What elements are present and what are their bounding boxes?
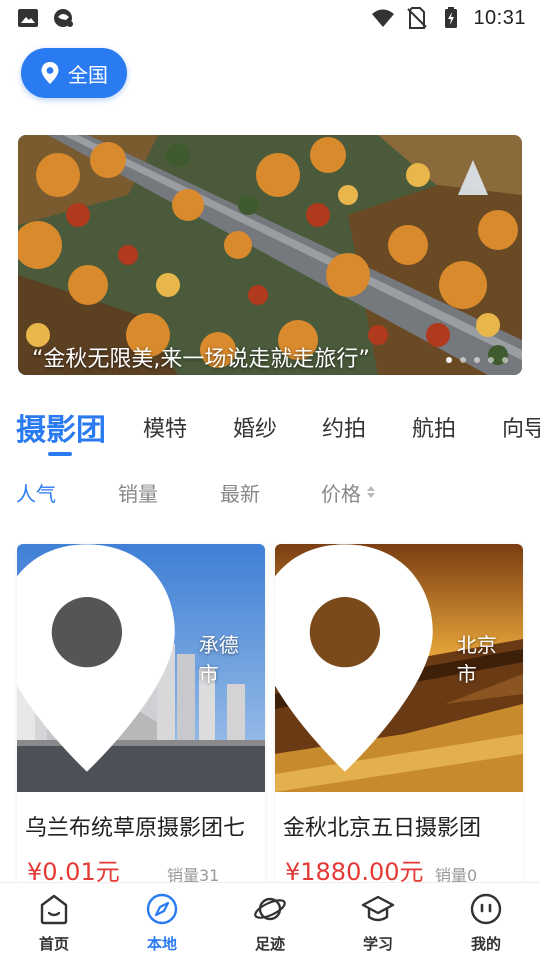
home-icon — [40, 894, 68, 925]
banner-pagination — [446, 357, 508, 363]
nav-mine-label: 我的 — [470, 935, 501, 953]
product-city: 北京市 — [275, 544, 509, 782]
product-city-label: 北京市 — [456, 633, 497, 686]
graduation-cap-icon — [361, 895, 395, 922]
product-card[interactable]: 承德市 乌兰布统草原摄影团七 ¥0.01元 销量31 — [17, 544, 265, 884]
tab-aerial[interactable]: 航拍 — [412, 402, 456, 452]
sort-price-label: 价格 — [321, 481, 361, 506]
location-label: 全国 — [68, 62, 108, 87]
banner-dot[interactable] — [502, 357, 508, 363]
active-tab-indicator — [48, 452, 72, 456]
product-price: ¥1880.00元 — [285, 858, 424, 884]
sort-price[interactable]: 价格 — [321, 475, 375, 509]
location-pin-icon — [275, 544, 433, 772]
wifi-icon — [372, 9, 395, 27]
product-city: 承德市 — [17, 544, 251, 782]
app-notification-icon — [54, 9, 73, 27]
nav-learn-label: 学习 — [362, 935, 393, 953]
nav-learn[interactable]: 学习 — [324, 883, 432, 960]
sort-bar: 人气 销量 最新 价格 — [0, 475, 540, 509]
nav-home[interactable]: 首页 — [0, 883, 108, 960]
nav-mine[interactable]: 我的 — [432, 883, 540, 960]
banner-caption: “金秋无限美,来一场说走就走旅行” — [32, 347, 370, 372]
planet-icon — [254, 897, 286, 921]
sort-arrows-icon — [367, 486, 375, 498]
status-right-icons: 10:31 — [371, 6, 526, 30]
product-image: 承德市 — [17, 544, 265, 792]
product-title: 金秋北京五日摄影团 — [283, 816, 482, 841]
location-pin-icon — [17, 544, 175, 772]
banner-dot[interactable] — [474, 357, 480, 363]
tab-guide[interactable]: 向导 — [502, 402, 540, 452]
tab-wedding[interactable]: 婚纱 — [233, 402, 277, 452]
nav-local-label: 本地 — [146, 935, 177, 953]
product-title: 乌兰布统草原摄影团七 — [25, 816, 246, 841]
status-bar: 10:31 — [0, 0, 540, 36]
product-image: 北京市 — [275, 544, 523, 792]
product-price: ¥0.01元 — [27, 858, 120, 884]
product-city-label: 承德市 — [198, 633, 239, 686]
product-sales: 销量0 — [435, 866, 478, 884]
product-sales: 销量31 — [167, 866, 220, 884]
bottom-navigation: 首页 本地 足迹 学习 我的 — [0, 882, 540, 960]
sort-newest[interactable]: 最新 — [220, 475, 260, 509]
nav-footprint[interactable]: 足迹 — [216, 883, 324, 960]
nav-home-label: 首页 — [38, 935, 69, 953]
no-sim-icon — [407, 7, 428, 29]
nav-local[interactable]: 本地 — [108, 883, 216, 960]
banner-dot[interactable] — [488, 357, 494, 363]
sort-sales[interactable]: 销量 — [118, 475, 158, 509]
compass-icon — [146, 893, 178, 925]
image-icon — [18, 9, 38, 27]
battery-charging-icon — [445, 7, 458, 28]
profile-face-icon — [470, 893, 502, 925]
status-time: 10:31 — [473, 6, 526, 29]
tab-appointment-shoot[interactable]: 约拍 — [322, 402, 366, 452]
category-tabs: 摄影团 模特 婚纱 约拍 航拍 向导 — [0, 402, 540, 462]
nav-footprint-label: 足迹 — [254, 935, 285, 953]
product-card[interactable]: 北京市 金秋北京五日摄影团 ¥1880.00元 销量0 — [275, 544, 523, 884]
banner-dot[interactable] — [446, 357, 452, 363]
banner-photo — [18, 135, 522, 375]
tab-photo-tour[interactable]: 摄影团 — [16, 402, 106, 452]
promo-banner[interactable]: “金秋无限美,来一场说走就走旅行” — [18, 135, 522, 375]
banner-dot[interactable] — [460, 357, 466, 363]
sort-popularity[interactable]: 人气 — [16, 475, 56, 509]
location-selector-button[interactable]: 全国 — [21, 48, 127, 98]
status-left-icons — [16, 6, 76, 30]
location-pin-icon — [41, 62, 59, 84]
tab-model[interactable]: 模特 — [143, 402, 187, 452]
